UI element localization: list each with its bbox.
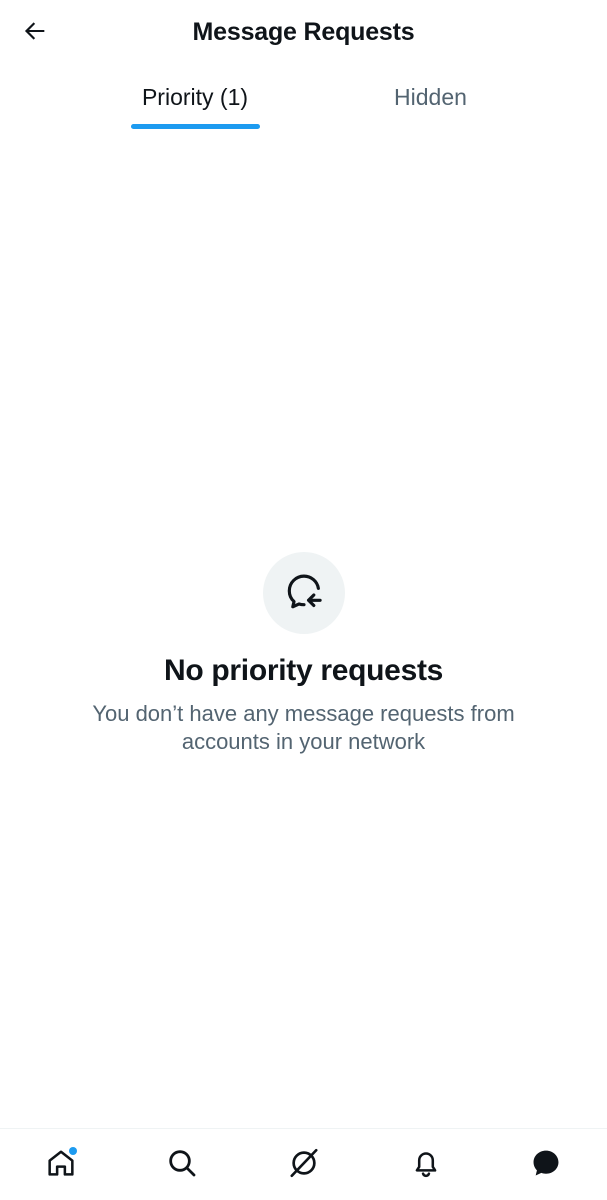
nav-notifications[interactable] — [402, 1143, 450, 1187]
header: Message Requests — [0, 0, 607, 66]
bottom-navigation — [0, 1128, 607, 1200]
nav-spaces[interactable] — [280, 1143, 328, 1187]
message-bubble-icon — [529, 1146, 563, 1185]
page-title: Message Requests — [192, 18, 415, 46]
message-requests-screen: Message Requests Priority (1) Hidden No … — [0, 0, 607, 1200]
empty-state: No priority requests You don’t have any … — [0, 552, 607, 756]
empty-state-description: You don’t have any message requests from… — [92, 701, 515, 754]
tab-hidden[interactable]: Hidden — [303, 66, 558, 132]
message-incoming-icon — [283, 570, 325, 617]
nav-home[interactable] — [37, 1143, 85, 1187]
home-badge-dot — [69, 1147, 77, 1155]
bell-icon — [410, 1147, 442, 1184]
nav-search[interactable] — [158, 1143, 206, 1187]
empty-state-title: No priority requests — [163, 654, 444, 687]
tab-hidden-label: Hidden — [394, 84, 467, 110]
tab-priority-label: Priority (1) — [141, 84, 249, 110]
spaces-icon — [287, 1146, 321, 1185]
active-tab-indicator — [131, 124, 260, 129]
tab-bar: Priority (1) Hidden — [0, 66, 607, 132]
search-icon — [166, 1147, 198, 1184]
nav-messages[interactable] — [522, 1143, 570, 1187]
empty-state-icon-container — [262, 552, 345, 634]
